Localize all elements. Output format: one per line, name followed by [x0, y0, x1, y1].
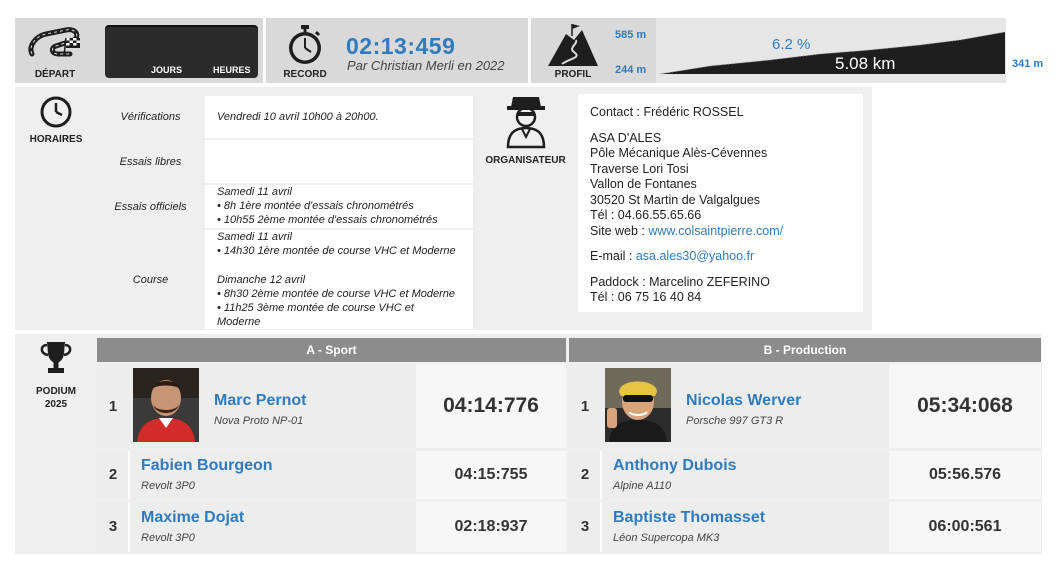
record-label: RECORD: [283, 69, 327, 80]
podium-time: 06:00:561: [889, 502, 1041, 552]
organizer-address-line: Vallon de Fontanes: [590, 177, 697, 191]
profil-label: PROFIL: [554, 69, 592, 80]
podium-rank: 1: [108, 398, 118, 415]
podium-time: 05:56.576: [889, 451, 1041, 499]
schedule-label-essais-libres: Essais libres: [97, 140, 204, 183]
record-holder: Par Christian Merli en 2022: [347, 58, 505, 73]
driver-name[interactable]: Anthony Dubois: [613, 457, 737, 475]
organizer-email-row: E-mail : asa.ales30@yahoo.fr: [590, 249, 783, 265]
podium-rank: 1: [580, 398, 590, 415]
podium-rank: 3: [108, 518, 118, 535]
organizer-address-line: Traverse Lori Tosi: [590, 161, 689, 176]
countdown-heures-label: HEURES: [213, 65, 251, 75]
schedule-line: • 10h55 2ème montée d'essais chronométré…: [217, 214, 438, 226]
driver-name[interactable]: Nicolas Werver: [686, 392, 801, 410]
schedule-value-course: Samedi 11 avril • 14h30 1ère montée de c…: [205, 230, 473, 329]
profile-altitude-bottom: 244 m: [615, 64, 647, 76]
countdown-display: JOURS HEURES: [105, 25, 258, 78]
schedule-line: • 8h 1ère montée d'essais chronométrés: [217, 200, 414, 212]
schedule-line: Samedi 11 avril: [217, 231, 292, 243]
website-prefix: Site web :: [590, 223, 649, 238]
organizer-person-icon: [505, 93, 547, 149]
category-header-b: B - Production: [569, 338, 1041, 362]
website-link[interactable]: www.colsaintpierre.com/: [648, 224, 783, 238]
schedule-label-course: Course: [97, 230, 204, 329]
depart-label: DÉPART: [34, 69, 76, 80]
schedule-line: Vendredi 10 avril 10h00 à 20h00.: [217, 111, 379, 123]
organizer-address-line: 30520 St Martin de Valgalgues: [590, 192, 761, 207]
clock-icon: [40, 96, 72, 128]
schedule-line: Moderne: [217, 316, 261, 329]
organizer-website-row: Site web : www.colsaintpierre.com/: [590, 224, 783, 240]
podium-time: 04:14:776: [416, 364, 566, 448]
schedule-value-verifications: Vendredi 10 avril 10h00 à 20h00.: [205, 96, 473, 138]
schedule-label-verifications: Vérifications: [97, 96, 204, 138]
race-track-icon: [26, 24, 84, 62]
stopwatch-icon: [287, 24, 323, 66]
schedule-line: Dimanche 12 avril: [217, 273, 306, 286]
profile-gradient: 6.2 %: [772, 36, 811, 53]
podium-time: 05:34:068: [889, 364, 1041, 448]
trophy-icon: [38, 340, 74, 376]
driver-car: Revolt 3P0: [141, 480, 195, 492]
email-prefix: E-mail :: [590, 249, 636, 263]
driver-car: Porsche 997 GT3 R: [686, 415, 784, 427]
podium-rank: 2: [580, 466, 590, 483]
schedule-line: [217, 259, 473, 273]
driver-name[interactable]: Marc Pernot: [214, 392, 306, 410]
rank-divider: [128, 502, 130, 552]
driver-name[interactable]: Baptiste Thomasset: [613, 509, 765, 527]
driver-photo: [605, 368, 671, 442]
mountain-road-icon: [548, 22, 598, 66]
category-header-a: A - Sport: [97, 338, 566, 362]
driver-name[interactable]: Maxime Dojat: [141, 509, 244, 527]
rank-divider: [600, 451, 602, 499]
paddock-contact: Paddock : Marcelino ZEFERINO: [590, 274, 770, 289]
rank-divider: [128, 451, 130, 499]
organizer-phone: Tél : 04.66.55.65.66: [590, 208, 702, 222]
rank-divider: [600, 502, 602, 552]
profile-altitude-top: 585 m: [615, 29, 647, 41]
organizer-address-line: Pôle Mécanique Alès-Cévennes: [590, 146, 768, 160]
podium-label-year: 2025: [44, 399, 68, 410]
podium-time: 02:18:937: [416, 502, 566, 552]
driver-name[interactable]: Fabien Bourgeon: [141, 457, 273, 475]
schedule-line: • 8h30 2ème montée de course VHC et Mode…: [217, 287, 456, 300]
countdown-jours-label: JOURS: [151, 65, 183, 75]
schedule-value-essais-officiels: Samedi 11 avril • 8h 1ère montée d'essai…: [205, 185, 473, 228]
schedule-line: Samedi 11 avril: [217, 186, 292, 198]
podium-rank: 3: [580, 518, 590, 535]
driver-car: Nova Proto NP-01: [214, 415, 304, 427]
driver-car: Revolt 3P0: [141, 532, 195, 544]
podium-label-title: PODIUM: [36, 386, 76, 397]
organizer-contact: Contact : Frédéric ROSSEL: [590, 105, 744, 119]
schedule-label-essais-officiels: Essais officiels: [97, 185, 204, 228]
driver-car: Léon Supercopa MK3: [613, 532, 720, 544]
horaires-label: HORAIRES: [29, 134, 83, 145]
podium-rank: 2: [108, 466, 118, 483]
podium-label: PODIUM 2025: [22, 385, 90, 411]
profile-length: 5.08 km: [835, 54, 896, 73]
profile-altitude-end: 341 m: [1012, 58, 1044, 70]
record-time: 02:13:459: [346, 33, 456, 59]
paddock-phone: Tél : 06 75 16 40 84: [590, 290, 702, 304]
elevation-profile-chart: [659, 30, 1006, 75]
email-link[interactable]: asa.ales30@yahoo.fr: [636, 249, 754, 263]
organisateur-label: ORGANISATEUR: [485, 155, 566, 166]
driver-car: Alpine A110: [613, 480, 672, 492]
podium-time: 04:15:755: [416, 451, 566, 499]
schedule-line: • 11h25 3ème montée de course VHC et: [217, 302, 414, 315]
schedule-value-essais-libres: [205, 140, 473, 183]
schedule-line: • 14h30 1ère montée de course VHC et Mod…: [217, 245, 456, 258]
driver-photo: [133, 368, 199, 442]
organizer-address-line: ASA D'ALES: [590, 130, 662, 145]
organizer-details: Contact : Frédéric ROSSEL ASA D'ALES Pôl…: [590, 105, 783, 306]
